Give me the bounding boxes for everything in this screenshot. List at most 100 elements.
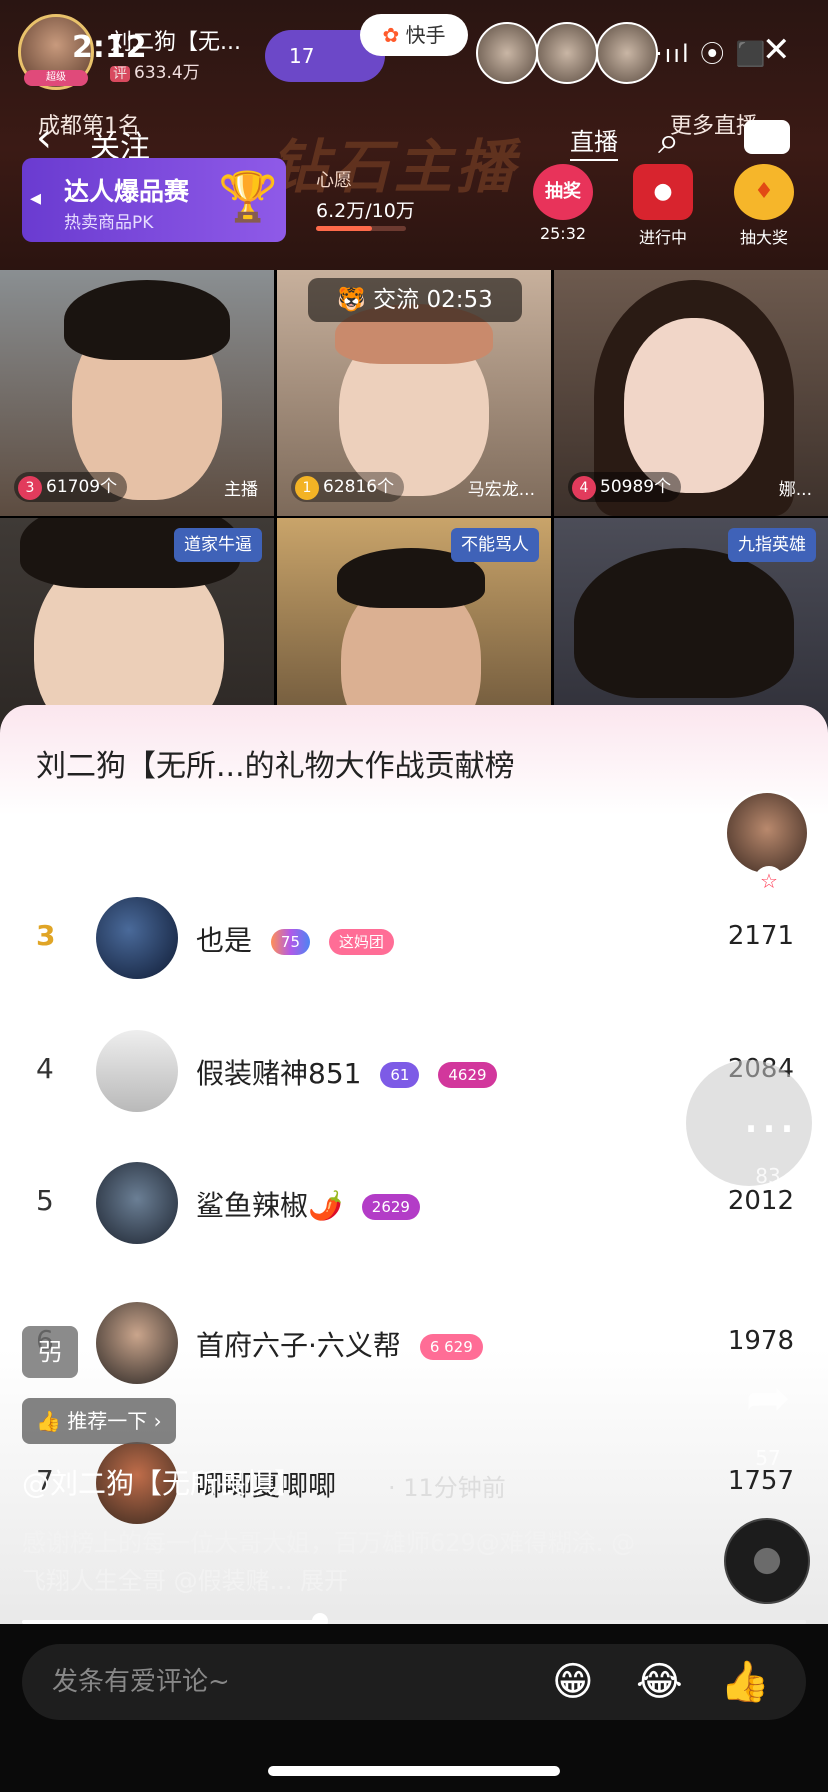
big-prize-label: 抽大奖 xyxy=(739,228,788,247)
big-prize-button[interactable]: ♦ 抽大奖 xyxy=(729,164,799,248)
score-tag: 评 xyxy=(110,66,130,82)
guest-count-value: 62816个 xyxy=(323,477,395,497)
like-icon[interactable]: ♡ xyxy=(728,940,808,1003)
guest-gift-count: 3 61709个 xyxy=(14,472,128,502)
comment-icon: … xyxy=(742,1082,796,1145)
guest-cell[interactable]: 4 50989个 娜... xyxy=(554,270,828,516)
pk-title: 达人爆品赛 xyxy=(64,177,190,206)
lottery-icon: 抽奖 xyxy=(533,164,593,220)
author-name[interactable]: @刘二狗【无所畏惧】 xyxy=(22,1462,302,1502)
fan-badge: 6 629 xyxy=(419,1334,483,1360)
guest-count-value: 50989个 xyxy=(600,477,672,497)
banner-text: 钻石主播 xyxy=(270,133,519,201)
guest-tag: 不能骂人 xyxy=(451,528,539,562)
video-description[interactable]: 感谢榜上的每一位大哥大姐，百万雄师629@难得糊涂. @飞翔人生全哥 @假装赌.… xyxy=(22,1524,642,1600)
user-row: 假装赌神851 61 4629 xyxy=(196,1052,497,1092)
wish-progress-fill xyxy=(316,226,372,231)
guest-hair xyxy=(574,548,794,698)
pk-card[interactable]: ◂ 达人爆品赛 热卖商品PK 🏆 xyxy=(22,158,286,242)
guest-face xyxy=(624,318,764,493)
grin-emoji-icon[interactable]: 😁 xyxy=(552,1656,594,1708)
guest-role: 主播 xyxy=(224,480,258,500)
multi-guest-grid: 3 61709个 主播 1 62816个 马宏龙... 4 50989个 娜... 🐯… xyxy=(0,270,828,764)
laugh-cry-emoji-icon[interactable]: 😂 xyxy=(636,1656,683,1708)
user-avatar[interactable] xyxy=(96,1302,178,1384)
trophy-icon: 🏆 xyxy=(218,169,278,225)
user-row: 鲨鱼辣椒🌶️ 2629 xyxy=(196,1184,420,1224)
host-name[interactable]: 刘二狗【无... xyxy=(110,24,241,56)
wish-value: 6.2万/10万 xyxy=(316,200,415,222)
rank-row[interactable]: 5 鲨鱼辣椒🌶️ 2629 2012 xyxy=(0,1160,828,1246)
message-icon[interactable] xyxy=(744,120,790,154)
user-row: 首府六子·六义帮 6 629 xyxy=(196,1324,483,1364)
host-score: 评 633.4万 xyxy=(110,58,200,83)
kuaishou-logo-icon: ✿ xyxy=(382,23,400,47)
snap-chip[interactable]: 弜 xyxy=(22,1326,78,1378)
lottery-timer: 25:32 xyxy=(539,224,587,243)
caret-left-icon: ◂ xyxy=(30,186,42,211)
live-header: 钻石主播 超级 2:12 刘二狗【无... 评 633.4万 17 ✿ 快手 ·ı… xyxy=(0,0,828,270)
share-count: 57 xyxy=(755,1446,781,1470)
comment-input[interactable]: 发条有爱评论~ xyxy=(22,1644,806,1720)
host-badge: 超级 xyxy=(24,70,88,86)
guest-role: 马宏龙... xyxy=(467,480,535,500)
guest-tag: 道家牛逼 xyxy=(174,528,262,562)
platform-name: 快手 xyxy=(405,23,446,47)
close-icon[interactable]: ✕ xyxy=(762,30,791,70)
rank-number: 5 xyxy=(36,1184,54,1217)
home-indicator xyxy=(268,1766,560,1776)
guest-hair xyxy=(64,280,230,360)
user-name: 首府六子·六义帮 xyxy=(196,1329,401,1362)
thumbs-up-emoji-icon[interactable]: 👍 xyxy=(720,1656,770,1708)
guest-rank: 3 xyxy=(18,476,42,500)
wish-progress xyxy=(316,226,406,231)
author-avatar[interactable] xyxy=(724,790,810,876)
share-icon[interactable]: ➦ xyxy=(728,1366,808,1429)
tab-live[interactable]: 直播 xyxy=(570,122,618,161)
back-icon[interactable]: ‹ xyxy=(36,118,52,158)
comment-count: 83 xyxy=(755,1164,781,1188)
pk-subtitle: 热卖商品PK xyxy=(64,213,154,233)
guest-cell[interactable]: 3 61709个 主播 xyxy=(0,270,274,516)
rank-number: 4 xyxy=(36,1052,54,1085)
recommend-button[interactable]: 👍 推荐一下 › xyxy=(22,1398,176,1444)
in-progress-button[interactable]: ● 进行中 xyxy=(628,164,698,248)
guest-rank: 4 xyxy=(572,476,596,500)
favorite-count: 6 xyxy=(761,1308,775,1332)
in-progress-label: 进行中 xyxy=(638,228,687,247)
user-name: 假装赌神851 xyxy=(196,1057,362,1090)
guest-tag: 九指英雄 xyxy=(728,528,816,562)
sheet-title: 刘二狗【无所...的礼物大作战贡献榜 xyxy=(36,749,515,784)
contribution-score: 2012 xyxy=(727,1186,794,1216)
user-avatar[interactable] xyxy=(96,1162,178,1244)
fan-badge: 2629 xyxy=(361,1194,420,1220)
record-icon: ● xyxy=(633,164,693,220)
platform-pill[interactable]: ✿ 快手 xyxy=(360,14,468,56)
rank-row[interactable]: 6 首府六子·六义帮 6 629 1978 xyxy=(0,1300,828,1386)
exchange-text: 交流 02:53 xyxy=(373,287,493,313)
guest-gift-count: 1 62816个 xyxy=(291,472,405,502)
guest-count-value: 61709个 xyxy=(46,477,118,497)
music-disc-icon[interactable] xyxy=(724,1518,810,1604)
recommend-label: 推荐一下 › xyxy=(67,1409,162,1433)
wish-label: 心愿 xyxy=(316,170,352,191)
like-count: 549 xyxy=(748,1026,788,1050)
lottery-button[interactable]: 抽奖 25:32 xyxy=(528,164,598,243)
prize-icon: ♦ xyxy=(734,164,794,220)
user-name: 鲨鱼辣椒🌶️ xyxy=(196,1189,343,1222)
viewer-avatar[interactable] xyxy=(536,22,598,84)
follow-plus-icon[interactable]: ☆ xyxy=(754,866,784,896)
user-avatar[interactable] xyxy=(96,1030,178,1112)
exchange-timer: 🐯 交流 02:53 xyxy=(308,278,522,322)
guest-gift-count: 4 50989个 xyxy=(568,472,682,502)
fan-badge: 4629 xyxy=(438,1062,497,1088)
guest-rank: 1 xyxy=(295,476,319,500)
score-value: 633.4万 xyxy=(134,63,200,83)
favorite-icon[interactable]: ☆ xyxy=(728,1226,808,1289)
status-icons: ·ııl ⦿ ⬛ xyxy=(655,40,768,68)
viewer-avatar[interactable] xyxy=(476,22,538,84)
posted-time: · 11分钟前 xyxy=(388,1474,506,1502)
viewer-avatar[interactable] xyxy=(596,22,658,84)
contribution-score: 1757 xyxy=(727,1466,794,1496)
